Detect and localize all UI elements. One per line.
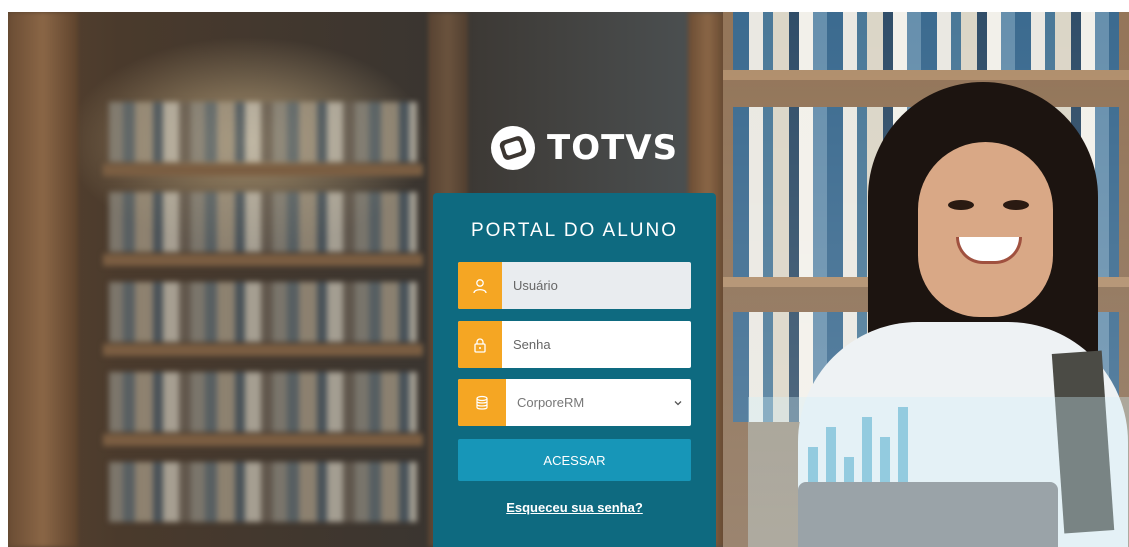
background-shelf (103, 72, 423, 547)
lock-icon (474, 337, 486, 353)
database-icon (476, 395, 488, 410)
portal-title: PORTAL DO ALUNO (470, 220, 679, 241)
totvs-logo: TOTVS (489, 123, 678, 173)
password-input[interactable] (502, 321, 691, 368)
submit-button[interactable]: ACESSAR (458, 439, 691, 481)
username-field[interactable] (458, 262, 691, 309)
username-input[interactable] (502, 262, 691, 309)
forgot-password-link[interactable]: Esqueceu sua senha? (433, 500, 716, 515)
database-selected-value: CorporeRM (517, 395, 585, 410)
password-icon-box (458, 321, 502, 368)
background-pillar (8, 12, 78, 547)
username-icon-box (458, 262, 502, 309)
user-icon (473, 278, 487, 293)
laptop-image (798, 482, 1058, 547)
totvs-logo-icon (491, 126, 535, 170)
password-field[interactable] (458, 321, 691, 368)
database-field[interactable]: CorporeRM (458, 379, 691, 426)
database-icon-box (458, 379, 506, 426)
brand-name: TOTVS (547, 128, 679, 168)
login-card: PORTAL DO ALUNO Usuário CorporeRM ACESSA… (433, 193, 716, 547)
login-page: TOTVS PORTAL DO ALUNO Usuário CorporeRM … (8, 12, 1129, 547)
database-select[interactable]: CorporeRM (506, 379, 691, 426)
chevron-down-icon (674, 400, 682, 405)
